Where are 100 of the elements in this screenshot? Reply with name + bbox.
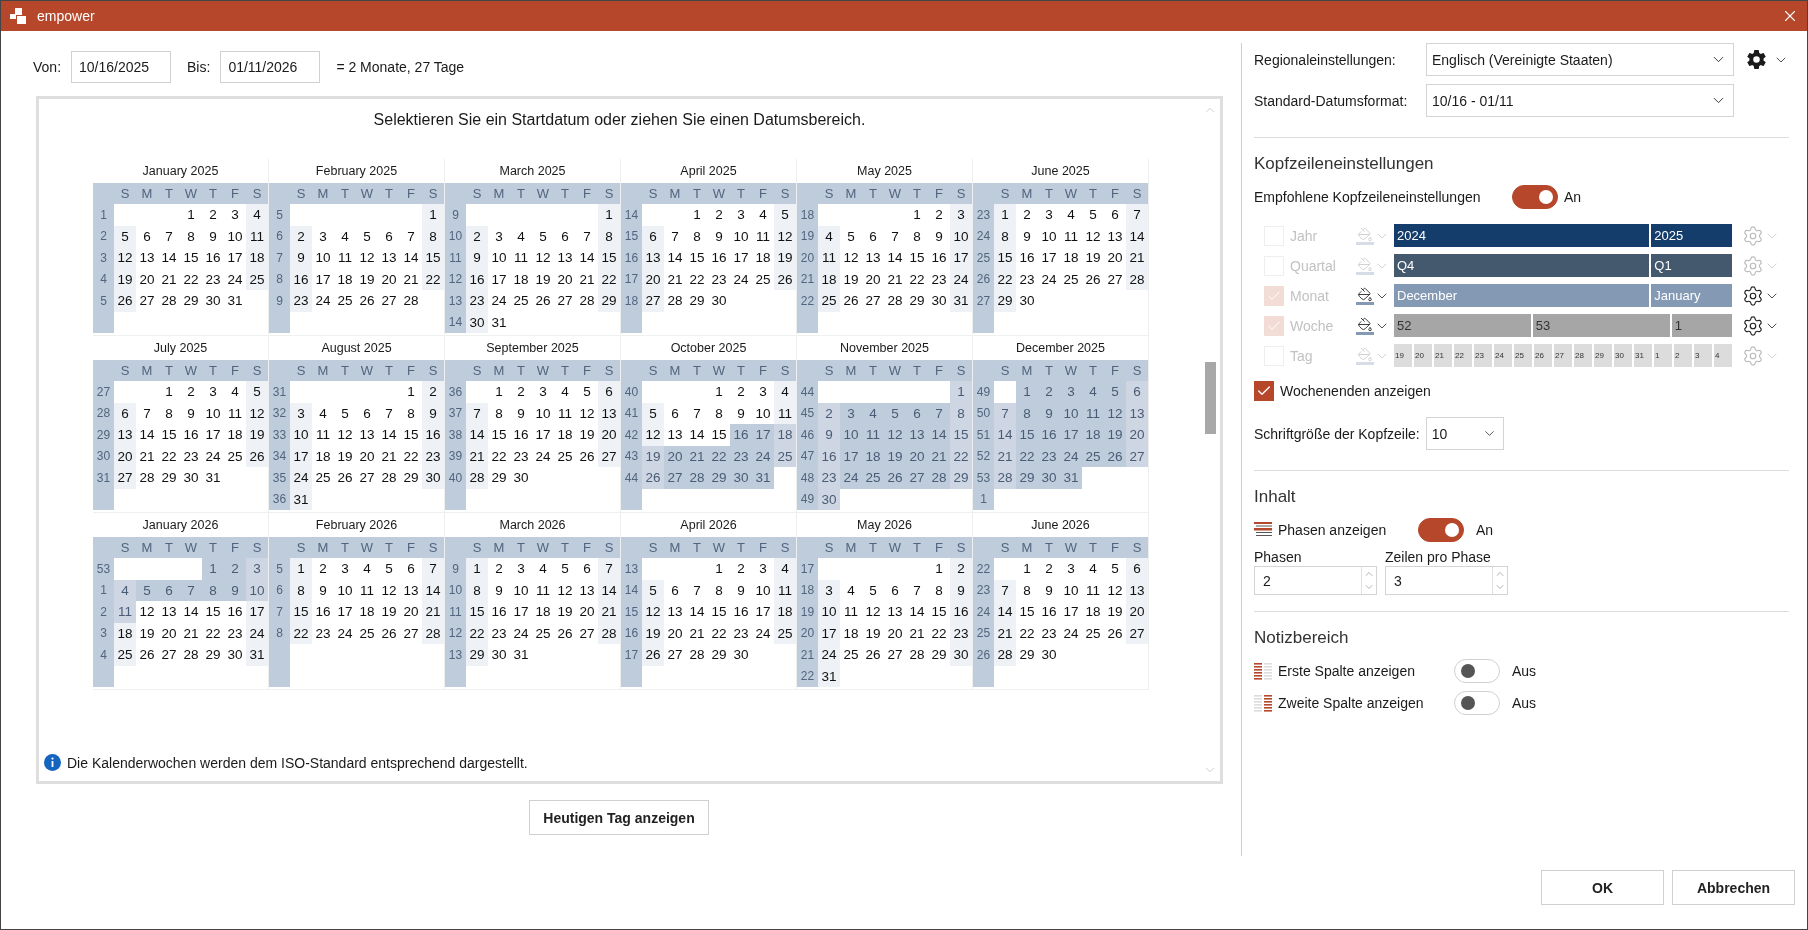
calendar-day[interactable]: 15 [994,247,1016,269]
calendar-day[interactable]: 6 [906,402,928,424]
calendar-day[interactable]: 19 [884,445,906,467]
calendar-day[interactable]: 1 [994,204,1016,226]
calendar-day[interactable]: 27 [664,467,686,489]
calendar-day[interactable]: 8 [466,579,488,601]
calendar-day[interactable]: 28 [1126,268,1148,290]
calendar-day[interactable]: 21 [422,601,444,623]
calendar-day[interactable]: 21 [466,445,488,467]
calendar-day[interactable]: 26 [246,445,268,467]
calendar-day[interactable]: 19 [114,268,136,290]
calendar-day[interactable]: 20 [1126,601,1148,623]
calendar-day[interactable]: 3 [818,579,840,601]
calendar-day[interactable]: 24 [840,467,862,489]
calendar-day[interactable]: 26 [114,290,136,312]
calendar-day[interactable]: 21 [928,445,950,467]
calendar-day[interactable]: 13 [642,247,664,269]
calendar-day[interactable]: 27 [114,467,136,489]
from-date-field[interactable]: 10/16/2025 [71,51,172,83]
calendar-day[interactable]: 11 [1082,402,1104,424]
ok-button[interactable]: OK [1541,870,1664,905]
calendar-day[interactable]: 21 [686,445,708,467]
calendar-day[interactable]: 12 [246,402,268,424]
calendar-day[interactable]: 30 [818,488,840,510]
calendar-day[interactable]: 3 [1060,381,1082,403]
calendar-day[interactable]: 24 [290,467,312,489]
calendar-day[interactable]: 14 [598,579,620,601]
calendar-day[interactable]: 24 [752,445,774,467]
calendar-day[interactable]: 5 [884,402,906,424]
calendar-day[interactable]: 14 [466,424,488,446]
calendar-day[interactable]: 14 [1126,225,1148,247]
calendar-day[interactable]: 1 [290,558,312,580]
calendar-day[interactable]: 6 [1126,381,1148,403]
calendar-day[interactable]: 11 [818,247,840,269]
calendar-day[interactable]: 24 [818,644,840,666]
calendar-day[interactable]: 5 [774,204,796,226]
to-date-field[interactable]: 01/11/2026 [220,51,321,83]
calendar-day[interactable]: 9 [466,247,488,269]
calendar-day[interactable]: 22 [466,622,488,644]
calendar-day[interactable]: 18 [774,601,796,623]
calendar-day[interactable]: 4 [818,225,840,247]
calendar-day[interactable]: 8 [290,579,312,601]
paint-bucket-icon[interactable] [1356,316,1374,335]
today-button[interactable]: Heutigen Tag anzeigen [529,800,709,835]
calendar-day[interactable]: 26 [642,467,664,489]
calendar-day[interactable]: 28 [466,467,488,489]
calendar-day[interactable]: 12 [642,601,664,623]
calendar-day[interactable]: 18 [818,268,840,290]
calendar-day[interactable]: 5 [642,402,664,424]
calendar-day[interactable]: 3 [840,402,862,424]
settings-icon[interactable] [1746,49,1767,70]
calendar-day[interactable]: 10 [818,601,840,623]
calendar-day[interactable]: 1 [466,558,488,580]
calendar-day[interactable]: 24 [950,268,972,290]
calendar-day[interactable]: 15 [466,601,488,623]
calendar-day[interactable]: 16 [1038,424,1060,446]
calendar-day[interactable]: 5 [642,579,664,601]
calendar-day[interactable]: 29 [708,467,730,489]
calendar-day[interactable]: 11 [774,402,796,424]
calendar-day[interactable]: 13 [1126,402,1148,424]
calendar-day[interactable]: 26 [1104,445,1126,467]
calendar-day[interactable]: 28 [994,644,1016,666]
calendar-day[interactable]: 21 [1126,247,1148,269]
calendar-day[interactable]: 4 [774,381,796,403]
calendar-day[interactable]: 25 [246,268,268,290]
calendar-day[interactable]: 10 [290,424,312,446]
settings-icon[interactable] [1742,314,1764,337]
calendar-day[interactable]: 23 [818,467,840,489]
calendar-day[interactable]: 22 [1016,445,1038,467]
calendar-day[interactable]: 9 [422,402,444,424]
calendar-day[interactable]: 22 [422,268,444,290]
calendar-day[interactable]: 24 [1060,445,1082,467]
calendar-day[interactable]: 12 [114,247,136,269]
calendar-day[interactable]: 21 [994,622,1016,644]
calendar-day[interactable]: 6 [114,402,136,424]
calendar-day[interactable]: 26 [774,268,796,290]
calendar-day[interactable]: 1 [950,381,972,403]
region-dropdown[interactable]: Englisch (Vereinigte Staaten) [1426,43,1734,76]
calendar-day[interactable]: 18 [862,445,884,467]
calendar-day[interactable]: 10 [1060,402,1082,424]
settings-icon[interactable] [1742,284,1764,307]
calendar-day[interactable]: 2 [290,225,312,247]
calendar-day[interactable]: 15 [950,424,972,446]
calendar-day[interactable]: 4 [1082,381,1104,403]
calendar-day[interactable]: 25 [862,467,884,489]
paint-bucket-icon[interactable] [1356,286,1374,305]
calendar-day[interactable]: 27 [642,290,664,312]
calendar-day[interactable]: 2 [950,558,972,580]
calendar-day[interactable]: 28 [686,467,708,489]
calendar-day[interactable]: 23 [730,445,752,467]
calendar-day[interactable]: 19 [246,424,268,446]
calendar-day[interactable]: 29 [994,290,1016,312]
calendar-day[interactable]: 14 [422,579,444,601]
calendar-day[interactable]: 17 [752,424,774,446]
calendar-day[interactable]: 12 [884,424,906,446]
calendar-day[interactable]: 9 [1038,402,1060,424]
calendar-day[interactable]: 22 [290,622,312,644]
calendar-day[interactable]: 30 [950,644,972,666]
calendar-day[interactable]: 13 [598,402,620,424]
calendar-day[interactable]: 9 [818,424,840,446]
